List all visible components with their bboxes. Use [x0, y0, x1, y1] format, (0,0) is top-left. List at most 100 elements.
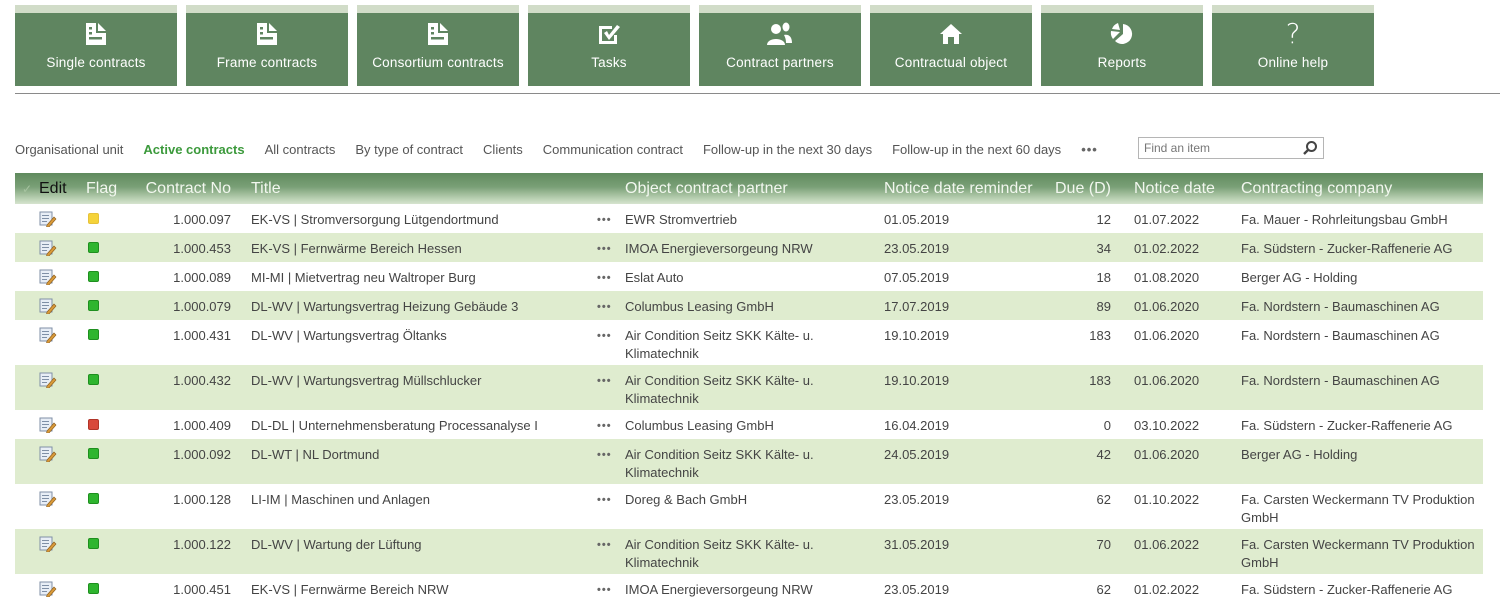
contract-title-link[interactable]: EK-VS | Fernwärme Bereich NRW	[251, 582, 448, 597]
tile-reports[interactable]: Reports	[1041, 5, 1203, 86]
more-views-button[interactable]: •••	[1081, 142, 1098, 157]
contract-no: 1.000.128	[173, 492, 231, 507]
edit-icon[interactable]	[39, 269, 57, 290]
object-contract-partner: Columbus Leasing GmbH	[625, 418, 774, 433]
search-icon[interactable]	[1302, 140, 1318, 161]
edit-icon[interactable]	[39, 417, 57, 438]
view-communication-contract[interactable]: Communication contract	[543, 142, 683, 157]
column-notice-date[interactable]: Notice date	[1134, 173, 1241, 204]
flag-green-icon[interactable]	[88, 448, 99, 459]
select-all-checkbox[interactable]: ✓	[15, 173, 39, 204]
view-active-contracts[interactable]: Active contracts	[143, 142, 244, 157]
column-object-contract-partner[interactable]: Object contract partner	[625, 173, 884, 204]
edit-icon[interactable]	[39, 581, 57, 602]
flag-green-icon[interactable]	[88, 538, 99, 549]
column-notice-date-reminder[interactable]: Notice date reminder	[884, 173, 1044, 204]
flag-green-icon[interactable]	[88, 583, 99, 594]
tile-consortium-contracts[interactable]: Consortium contracts	[357, 5, 519, 86]
edit-icon[interactable]	[39, 211, 57, 232]
row-menu-button[interactable]: •••	[597, 410, 625, 439]
row-menu-button[interactable]: •••	[597, 365, 625, 410]
contract-title-link[interactable]: LI-IM | Maschinen und Anlagen	[251, 492, 430, 507]
row-menu-button[interactable]: •••	[597, 529, 625, 574]
contract-title[interactable]: DL-WV | Wartung der Lüftung	[251, 529, 597, 574]
flag-green-icon[interactable]	[88, 374, 99, 385]
contract-title-link[interactable]: DL-WV | Wartung der Lüftung	[251, 537, 422, 552]
table-row[interactable]: 1.000.122 DL-WV | Wartung der Lüftung ••…	[15, 529, 1483, 574]
table-row[interactable]: 1.000.432 DL-WV | Wartungsvertrag Müllsc…	[15, 365, 1483, 410]
edit-icon[interactable]	[39, 327, 57, 348]
edit-icon[interactable]	[39, 446, 57, 467]
edit-icon[interactable]	[39, 298, 57, 319]
row-menu-button[interactable]: •••	[597, 204, 625, 233]
tile-contractual-object[interactable]: Contractual object	[870, 5, 1032, 86]
flag-green-icon[interactable]	[88, 329, 99, 340]
contract-title[interactable]: DL-WT | NL Dortmund	[251, 439, 597, 484]
view-follow-up-30[interactable]: Follow-up in the next 30 days	[703, 142, 872, 157]
column-flag[interactable]: Flag	[86, 173, 137, 204]
tile-label: Contractual object	[894, 55, 1008, 70]
contract-title-link[interactable]: MI-MI | Mietvertrag neu Waltroper Burg	[251, 270, 476, 285]
edit-icon[interactable]	[39, 536, 57, 557]
contract-title[interactable]: DL-WV | Wartungsvertrag Müllschlucker	[251, 365, 597, 410]
contract-title-link[interactable]: DL-WV | Wartungsvertrag Müllschlucker	[251, 373, 481, 388]
table-row[interactable]: 1.000.453 EK-VS | Fernwärme Bereich Hess…	[15, 233, 1483, 262]
contract-title-link[interactable]: DL-DL | Unternehmensberatung Processanal…	[251, 418, 538, 433]
tile-single-contracts[interactable]: Single contracts	[15, 5, 177, 86]
contract-title-link[interactable]: DL-WV | Wartungsvertrag Heizung Gebäude …	[251, 299, 518, 314]
row-menu-button[interactable]: •••	[597, 262, 625, 291]
view-all-contracts[interactable]: All contracts	[265, 142, 336, 157]
column-edit[interactable]: Edit	[39, 173, 86, 204]
edit-icon[interactable]	[39, 372, 57, 393]
tile-tasks[interactable]: Tasks	[528, 5, 690, 86]
contract-title[interactable]: EK-VS | Stromversorgung Lütgendortmund	[251, 204, 597, 233]
contract-title-link[interactable]: EK-VS | Fernwärme Bereich Hessen	[251, 241, 462, 256]
tile-contract-partners[interactable]: Contract partners	[699, 5, 861, 86]
contract-title[interactable]: DL-WV | Wartungsvertrag Heizung Gebäude …	[251, 291, 597, 320]
row-menu-button[interactable]: •••	[597, 291, 625, 320]
row-menu-button[interactable]: •••	[597, 320, 625, 365]
row-menu-button[interactable]: •••	[597, 233, 625, 262]
column-contract-no[interactable]: Contract No	[137, 173, 231, 204]
contract-title[interactable]: DL-WV | Wartungsvertrag Öltanks	[251, 320, 597, 365]
flag-yellow-icon[interactable]	[88, 213, 99, 224]
row-menu-button[interactable]: •••	[597, 574, 625, 603]
edit-icon[interactable]	[39, 240, 57, 261]
contract-title[interactable]: DL-DL | Unternehmensberatung Processanal…	[251, 410, 597, 439]
column-contracting-company[interactable]: Contracting company	[1241, 173, 1483, 204]
flag-green-icon[interactable]	[88, 242, 99, 253]
table-row[interactable]: 1.000.128 LI-IM | Maschinen und Anlagen …	[15, 484, 1483, 529]
flag-green-icon[interactable]	[88, 493, 99, 504]
column-due[interactable]: Due (D)	[1044, 173, 1111, 204]
view-organisational-unit[interactable]: Organisational unit	[15, 142, 123, 157]
flag-green-icon[interactable]	[88, 300, 99, 311]
table-row[interactable]: 1.000.409 DL-DL | Unternehmensberatung P…	[15, 410, 1483, 439]
table-row[interactable]: 1.000.089 MI-MI | Mietvertrag neu Waltro…	[15, 262, 1483, 291]
contracting-company: Fa. Südstern - Zucker-Raffenerie AG	[1241, 241, 1453, 256]
contract-title[interactable]: EK-VS | Fernwärme Bereich NRW	[251, 574, 597, 603]
table-row[interactable]: 1.000.431 DL-WV | Wartungsvertrag Öltank…	[15, 320, 1483, 365]
view-by-type-of-contract[interactable]: By type of contract	[355, 142, 463, 157]
view-clients[interactable]: Clients	[483, 142, 523, 157]
table-row[interactable]: 1.000.097 EK-VS | Stromversorgung Lütgen…	[15, 204, 1483, 233]
contract-title[interactable]: EK-VS | Fernwärme Bereich Hessen	[251, 233, 597, 262]
table-row[interactable]: 1.000.092 DL-WT | NL Dortmund ••• Air Co…	[15, 439, 1483, 484]
flag-red-icon[interactable]	[88, 419, 99, 430]
contract-title-link[interactable]: DL-WV | Wartungsvertrag Öltanks	[251, 328, 447, 343]
view-follow-up-60[interactable]: Follow-up in the next 60 days	[892, 142, 1061, 157]
row-menu-button[interactable]: •••	[597, 484, 625, 529]
contract-title-link[interactable]: DL-WT | NL Dortmund	[251, 447, 379, 462]
contract-title-link[interactable]: EK-VS | Stromversorgung Lütgendortmund	[251, 212, 499, 227]
tile-online-help[interactable]: ? Online help	[1212, 5, 1374, 86]
column-title[interactable]: Title	[251, 173, 597, 204]
flag-green-icon[interactable]	[88, 271, 99, 282]
edit-icon[interactable]	[39, 491, 57, 512]
table-row[interactable]: 1.000.079 DL-WV | Wartungsvertrag Heizun…	[15, 291, 1483, 320]
row-menu-button[interactable]: •••	[597, 439, 625, 484]
table-row[interactable]: 1.000.451 EK-VS | Fernwärme Bereich NRW …	[15, 574, 1483, 603]
search-input[interactable]	[1144, 141, 1294, 155]
tile-frame-contracts[interactable]: Frame contracts	[186, 5, 348, 86]
contract-title[interactable]: MI-MI | Mietvertrag neu Waltroper Burg	[251, 262, 597, 291]
contract-title[interactable]: LI-IM | Maschinen und Anlagen	[251, 484, 597, 529]
contracts-table: ✓ Edit Flag Contract No Title Object con…	[15, 173, 1483, 603]
